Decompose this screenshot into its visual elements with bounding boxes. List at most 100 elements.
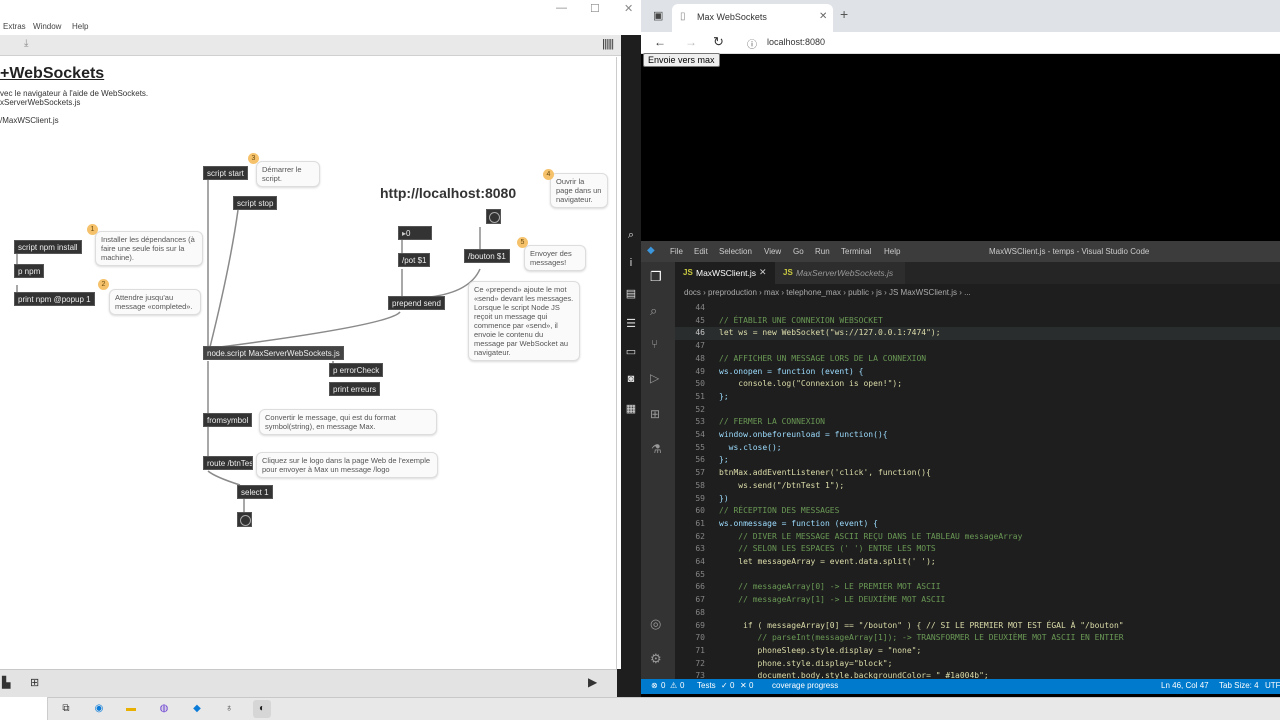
- console-icon[interactable]: ▭: [624, 345, 638, 359]
- vs-menu-run[interactable]: Run: [815, 247, 830, 256]
- maximize-icon[interactable]: ☐: [590, 2, 600, 15]
- node-app-icon[interactable]: ♁: [220, 700, 238, 718]
- vs-menu-edit[interactable]: Edit: [694, 247, 708, 256]
- code-line[interactable]: 52: [675, 404, 1280, 417]
- code-line[interactable]: 68: [675, 607, 1280, 620]
- minimize-icon[interactable]: —: [556, 2, 567, 14]
- code-line[interactable]: 46 let ws = new WebSocket("ws://127.0.0.1…: [675, 327, 1280, 341]
- cursor-position[interactable]: Ln 46, Col 47: [1161, 681, 1209, 690]
- script-stop-object[interactable]: script stop: [233, 196, 278, 210]
- list-icon[interactable]: ☰: [624, 317, 638, 331]
- code-line[interactable]: 67 // messageArray[1] -> LE DEUXIÈME MOT…: [675, 594, 1280, 607]
- code-line[interactable]: 58 ws.send("/btnTest 1");: [675, 480, 1280, 493]
- tab-actions-icon[interactable]: ▣: [653, 9, 663, 22]
- tests-label[interactable]: Tests: [697, 681, 716, 690]
- code-line[interactable]: 62 // DIVER LE MESSAGE ASCII REÇU DANS L…: [675, 531, 1280, 544]
- bouton-object[interactable]: /bouton $1: [464, 249, 510, 263]
- number-box[interactable]: ▸0: [398, 226, 432, 240]
- app-purple-icon[interactable]: ◍: [155, 700, 173, 718]
- camera-icon[interactable]: ◙: [624, 372, 638, 386]
- code-editor[interactable]: 44 45 // ÉTABLIR UNE CONNEXION WEBSOCKET 46…: [675, 302, 1280, 679]
- bang-button-bottom[interactable]: [237, 512, 252, 527]
- explorer-icon[interactable]: ❐: [650, 269, 662, 285]
- code-line[interactable]: 44: [675, 302, 1280, 315]
- bang-button-top[interactable]: [486, 209, 501, 224]
- send-to-max-button[interactable]: Envoie vers max: [643, 53, 720, 67]
- close-icon[interactable]: ✕: [624, 2, 633, 15]
- p-npm-object[interactable]: p npm: [14, 264, 45, 278]
- fromsymbol-object[interactable]: fromsymbol: [203, 413, 253, 427]
- code-line[interactable]: 54 window.onbeforeunload = function(){: [675, 429, 1280, 442]
- account-icon[interactable]: ◎: [650, 616, 661, 632]
- code-line[interactable]: 63 // SELON LES ESPACES (' ') ENTRE LES …: [675, 543, 1280, 556]
- npm-install-object[interactable]: script npm install: [14, 240, 82, 254]
- vs-menu-view[interactable]: View: [764, 247, 781, 256]
- script-start-object[interactable]: script start: [203, 166, 248, 180]
- code-line[interactable]: 53 // FERMER LA CONNEXION: [675, 416, 1280, 429]
- code-line[interactable]: 47: [675, 340, 1280, 353]
- prepend-object[interactable]: prepend send: [388, 296, 445, 310]
- coverage-status[interactable]: coverage progress: [772, 681, 838, 690]
- code-line[interactable]: 57 btnMax.addEventListener('click', funct…: [675, 467, 1280, 480]
- file-explorer-icon[interactable]: ▬: [122, 700, 140, 718]
- info-icon[interactable]: i: [624, 256, 638, 270]
- menu-extras[interactable]: Extras: [3, 22, 26, 31]
- toolbar-arrow-icon[interactable]: ⤓: [24, 38, 28, 49]
- vs-menu-selection[interactable]: Selection: [719, 247, 752, 256]
- code-line[interactable]: 48 // AFFICHER UN MESSAGE LORS DE LA CONN…: [675, 353, 1280, 366]
- code-line[interactable]: 69 if ( messageArray[0] == "/bouton" ) {…: [675, 620, 1280, 633]
- code-line[interactable]: 50 console.log("Connexion is open!");: [675, 378, 1280, 391]
- code-line[interactable]: 64 let messageArray = event.data.split('…: [675, 556, 1280, 569]
- print-erreurs-object[interactable]: print erreurs: [329, 382, 381, 396]
- node-script-object[interactable]: node.script MaxServerWebSockets.js: [203, 346, 344, 360]
- source-control-icon[interactable]: ⑂: [651, 337, 658, 351]
- p-errorcheck-object[interactable]: p errorCheck: [329, 363, 384, 377]
- code-line[interactable]: 61 ws.onmessage = function (event) {: [675, 518, 1280, 531]
- route-object[interactable]: route /btnTest: [203, 456, 253, 470]
- vs-menu-file[interactable]: File: [670, 247, 683, 256]
- code-line[interactable]: 71 phoneSleep.style.display = "none";: [675, 645, 1280, 658]
- vs-menu-help[interactable]: Help: [884, 247, 900, 256]
- settings-gear-icon[interactable]: ⚙: [650, 651, 662, 667]
- tab-maxserverwebsockets[interactable]: JS MaxServerWebSockets.js: [775, 262, 905, 284]
- presentation-icon[interactable]: ⊞: [30, 676, 39, 689]
- tab-close-icon[interactable]: ✕: [759, 267, 767, 278]
- grid-icon[interactable]: ▦: [624, 402, 638, 416]
- forward-icon[interactable]: →: [685, 35, 697, 49]
- code-line[interactable]: 66 // messageArray[0] -> LE PREMIER MOT …: [675, 581, 1280, 594]
- code-line[interactable]: 60 // RÉCEPTION DES MESSAGES: [675, 505, 1280, 518]
- vscode-taskbar-icon[interactable]: ◆: [188, 700, 206, 718]
- tab-maxwsclient[interactable]: JS MaxWSClient.js ✕: [675, 262, 775, 284]
- menu-help[interactable]: Help: [72, 22, 88, 31]
- code-line[interactable]: 55 ws.close();: [675, 442, 1280, 455]
- tab-close-icon[interactable]: ✕: [819, 11, 827, 22]
- search-icon[interactable]: ⌕: [624, 228, 638, 242]
- patcher-canvas[interactable]: +WebSockets vec le navigateur à l'aide d…: [0, 57, 617, 669]
- error-icon[interactable]: ⊗: [651, 681, 658, 690]
- pot-object[interactable]: /pot $1: [398, 253, 431, 267]
- code-line[interactable]: 45 // ÉTABLIR UNE CONNEXION WEBSOCKET: [675, 315, 1280, 328]
- code-line[interactable]: 65: [675, 569, 1280, 582]
- new-tab-icon[interactable]: +: [840, 6, 848, 22]
- warning-count[interactable]: 0: [680, 681, 684, 690]
- error-count[interactable]: 0: [661, 681, 665, 690]
- encoding[interactable]: UTF: [1265, 681, 1280, 690]
- address-bar[interactable]: localhost:8080: [767, 37, 825, 47]
- vs-menu-terminal[interactable]: Terminal: [841, 247, 871, 256]
- code-line[interactable]: 73 document.body.style.backgroundColor= …: [675, 670, 1280, 679]
- code-line[interactable]: 70 // parseInt(messageArray[1]); -> TRAN…: [675, 632, 1280, 645]
- back-icon[interactable]: ←: [654, 35, 666, 49]
- site-info-icon[interactable]: ⓘ: [747, 36, 757, 51]
- task-view-icon[interactable]: ⧉: [57, 700, 75, 718]
- testing-icon[interactable]: ⚗: [651, 442, 662, 456]
- book-icon[interactable]: ▤: [624, 287, 638, 301]
- lock-icon[interactable]: ▙: [2, 676, 10, 689]
- extensions-icon[interactable]: ⊞: [650, 407, 660, 421]
- max-taskbar-icon[interactable]: ◐: [253, 700, 271, 718]
- browser-tab[interactable]: ▯ Max WebSockets ✕: [672, 4, 833, 32]
- code-line[interactable]: 49 ws.onopen = function (event) {: [675, 366, 1280, 379]
- print-npm-object[interactable]: print npm @popup 1: [14, 292, 95, 306]
- code-line[interactable]: 59}): [675, 493, 1280, 506]
- search-icon[interactable]: ⌕: [650, 303, 657, 319]
- taskbar-search[interactable]: [0, 697, 48, 720]
